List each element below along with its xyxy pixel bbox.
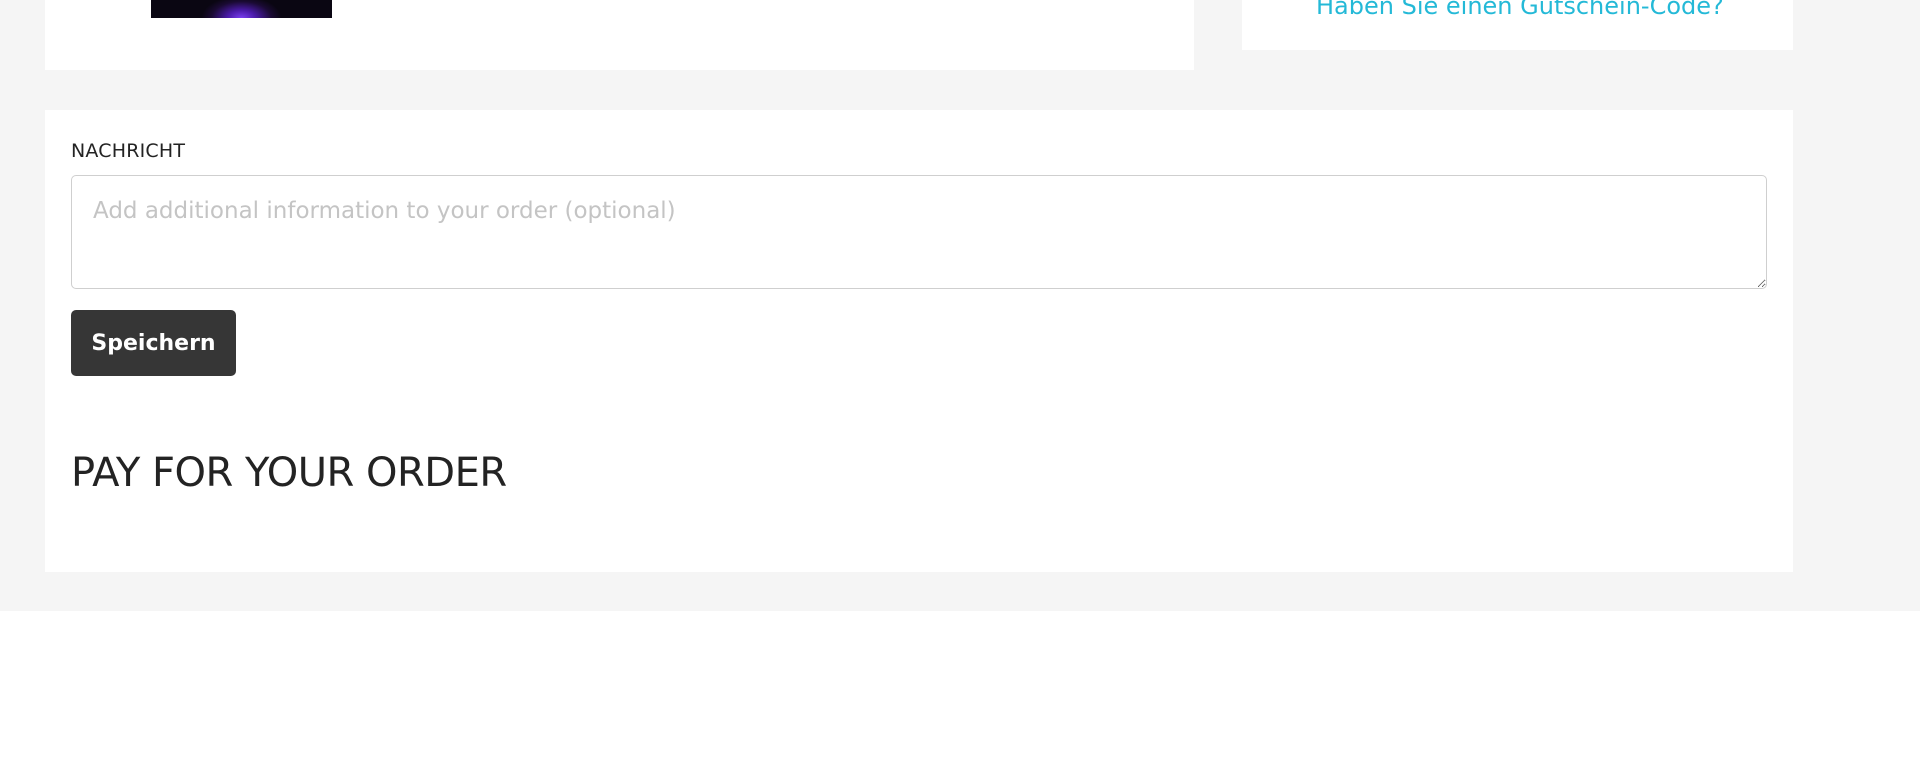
voucher-card: Haben Sie einen Gutschein-Code?	[1242, 0, 1793, 50]
page-background: Haben Sie einen Gutschein-Code? NACHRICH…	[0, 0, 1920, 611]
product-thumbnail-image[interactable]	[151, 0, 332, 18]
order-message-textarea[interactable]	[71, 175, 1767, 289]
pay-for-order-heading: PAY FOR YOUR ORDER	[71, 450, 507, 496]
save-message-button[interactable]: Speichern	[71, 310, 236, 376]
message-label: NACHRICHT	[71, 140, 186, 162]
order-message-section: NACHRICHT Speichern PAY FOR YOUR ORDER	[45, 110, 1793, 572]
voucher-code-link[interactable]: Haben Sie einen Gutschein-Code?	[1316, 0, 1724, 20]
cart-product-card	[45, 0, 1194, 70]
